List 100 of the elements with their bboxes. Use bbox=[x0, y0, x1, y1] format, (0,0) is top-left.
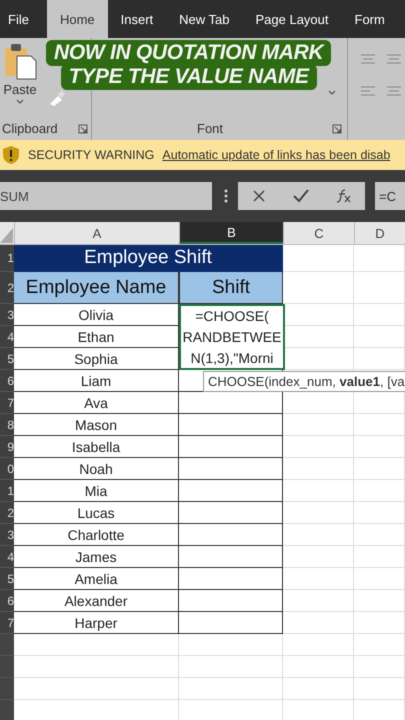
column-heading: Employee Name bbox=[14, 272, 179, 304]
empty-cell bbox=[283, 480, 354, 502]
empty-cell bbox=[283, 414, 354, 436]
align-left-icon[interactable] bbox=[360, 86, 376, 98]
empty-cell bbox=[354, 568, 405, 590]
column-header[interactable]: C bbox=[283, 222, 354, 244]
paste-button-label[interactable]: Paste bbox=[3, 82, 37, 97]
empty-cell bbox=[354, 502, 405, 524]
warning-title: SECURITY WARNING bbox=[28, 148, 154, 162]
row-header[interactable]: 1 bbox=[0, 245, 14, 272]
cell-editor[interactable]: =CHOOSE( RANDBETWEE N(1,3),"Morni bbox=[179, 304, 285, 370]
empty-cell bbox=[283, 678, 354, 700]
empty-cell bbox=[283, 546, 354, 568]
align-center-icon[interactable] bbox=[386, 86, 402, 98]
table-cell: Liam bbox=[14, 370, 179, 392]
group-label: Font bbox=[197, 121, 224, 136]
group-label: Clipboard bbox=[2, 121, 58, 136]
empty-cell bbox=[283, 436, 354, 458]
caret-icon[interactable] bbox=[328, 90, 336, 95]
align-center-icon[interactable] bbox=[386, 54, 402, 66]
empty-cell bbox=[354, 612, 405, 634]
brush-icon[interactable] bbox=[48, 90, 66, 106]
row-header[interactable]: 8 bbox=[0, 414, 14, 436]
ribbon-tab[interactable]: File bbox=[0, 0, 47, 38]
ribbon-tab[interactable]: Page Layout bbox=[242, 0, 342, 38]
table-cell: James bbox=[14, 546, 179, 568]
table-cell: Amelia bbox=[14, 568, 179, 590]
empty-cell bbox=[283, 656, 354, 678]
row-header[interactable]: 7 bbox=[0, 392, 14, 414]
empty-cell bbox=[354, 524, 405, 546]
empty-cell bbox=[283, 458, 354, 480]
empty-cell bbox=[354, 436, 405, 458]
table-cell: Lucas bbox=[14, 502, 179, 524]
empty-cell bbox=[354, 480, 405, 502]
empty-cell bbox=[354, 348, 405, 370]
column-header[interactable]: B bbox=[179, 222, 283, 244]
table-cell: Mason bbox=[14, 414, 179, 436]
row-header[interactable] bbox=[0, 656, 14, 678]
table-cell: Charlotte bbox=[14, 524, 179, 546]
empty-cell bbox=[283, 590, 354, 612]
empty-cell bbox=[354, 304, 405, 326]
ribbon-tab[interactable]: Home bbox=[46, 0, 108, 38]
row-header[interactable]: 6 bbox=[0, 370, 14, 392]
row-header[interactable]: 7 bbox=[0, 612, 14, 634]
row-header[interactable] bbox=[0, 678, 14, 700]
ribbon-tab[interactable]: New Tab bbox=[166, 0, 242, 38]
empty-cell bbox=[354, 326, 405, 348]
empty-cell bbox=[354, 414, 405, 436]
table-title: Employee Shift bbox=[14, 245, 283, 272]
table-cell: Harper bbox=[14, 612, 179, 634]
row-header[interactable]: 2 bbox=[0, 502, 14, 524]
more-options-icon[interactable] bbox=[224, 189, 228, 203]
empty-cell bbox=[354, 678, 405, 700]
empty-cell bbox=[283, 568, 354, 590]
launcher-icon[interactable] bbox=[332, 124, 342, 134]
row-header[interactable]: 0 bbox=[0, 458, 14, 480]
function-icon[interactable] bbox=[336, 189, 352, 203]
row-header[interactable]: 1 bbox=[0, 480, 14, 502]
name-box[interactable]: SUM bbox=[0, 182, 212, 210]
close-icon[interactable] bbox=[252, 189, 266, 203]
table-cell: Noah bbox=[14, 458, 179, 480]
empty-cell bbox=[354, 458, 405, 480]
row-header[interactable]: 5 bbox=[0, 568, 14, 590]
warning-link[interactable]: Automatic update of links has been disab bbox=[162, 148, 390, 162]
row-header[interactable] bbox=[0, 634, 14, 656]
row-header[interactable]: 9 bbox=[0, 436, 14, 458]
column-heading: Shift bbox=[179, 272, 283, 304]
checkmark-icon[interactable] bbox=[292, 189, 308, 203]
empty-cell bbox=[354, 546, 405, 568]
table-cell: Alexander bbox=[14, 590, 179, 612]
ribbon-tab[interactable]: Form bbox=[342, 0, 398, 38]
ribbon-tab[interactable]: Insert bbox=[108, 0, 166, 38]
warning-icon bbox=[2, 145, 20, 165]
empty-cell bbox=[283, 612, 354, 634]
column-header[interactable]: D bbox=[354, 222, 405, 244]
row-header[interactable]: 4 bbox=[0, 326, 14, 348]
row-header[interactable]: 2 bbox=[0, 272, 14, 304]
table-cell: Ava bbox=[14, 392, 179, 414]
launcher-icon[interactable] bbox=[78, 124, 88, 134]
empty-cell bbox=[283, 524, 354, 546]
row-header[interactable]: 6 bbox=[0, 590, 14, 612]
empty-cell bbox=[354, 272, 405, 304]
empty-cell bbox=[283, 502, 354, 524]
align-center-icon[interactable] bbox=[360, 54, 376, 66]
row-header[interactable]: 4 bbox=[0, 546, 14, 568]
row-header[interactable]: 3 bbox=[0, 524, 14, 546]
function-tooltip: CHOOSE(index_num, value1, [va bbox=[203, 371, 405, 392]
table-cell: Mia bbox=[14, 480, 179, 502]
empty-cell bbox=[354, 590, 405, 612]
caption-banner: NOW IN QUOTATION MARK bbox=[46, 40, 332, 66]
caption-banner: TYPE THE VALUE NAME bbox=[60, 64, 317, 90]
empty-cell bbox=[283, 634, 354, 656]
row-header[interactable]: 3 bbox=[0, 304, 14, 326]
clipboard-icon bbox=[3, 42, 37, 80]
table-cell: Isabella bbox=[14, 436, 179, 458]
row-header[interactable]: 5 bbox=[0, 348, 14, 370]
formula-field[interactable]: =C bbox=[375, 182, 405, 210]
empty-cell bbox=[354, 656, 405, 678]
empty-cell bbox=[354, 634, 405, 656]
caret-icon[interactable] bbox=[16, 99, 24, 104]
